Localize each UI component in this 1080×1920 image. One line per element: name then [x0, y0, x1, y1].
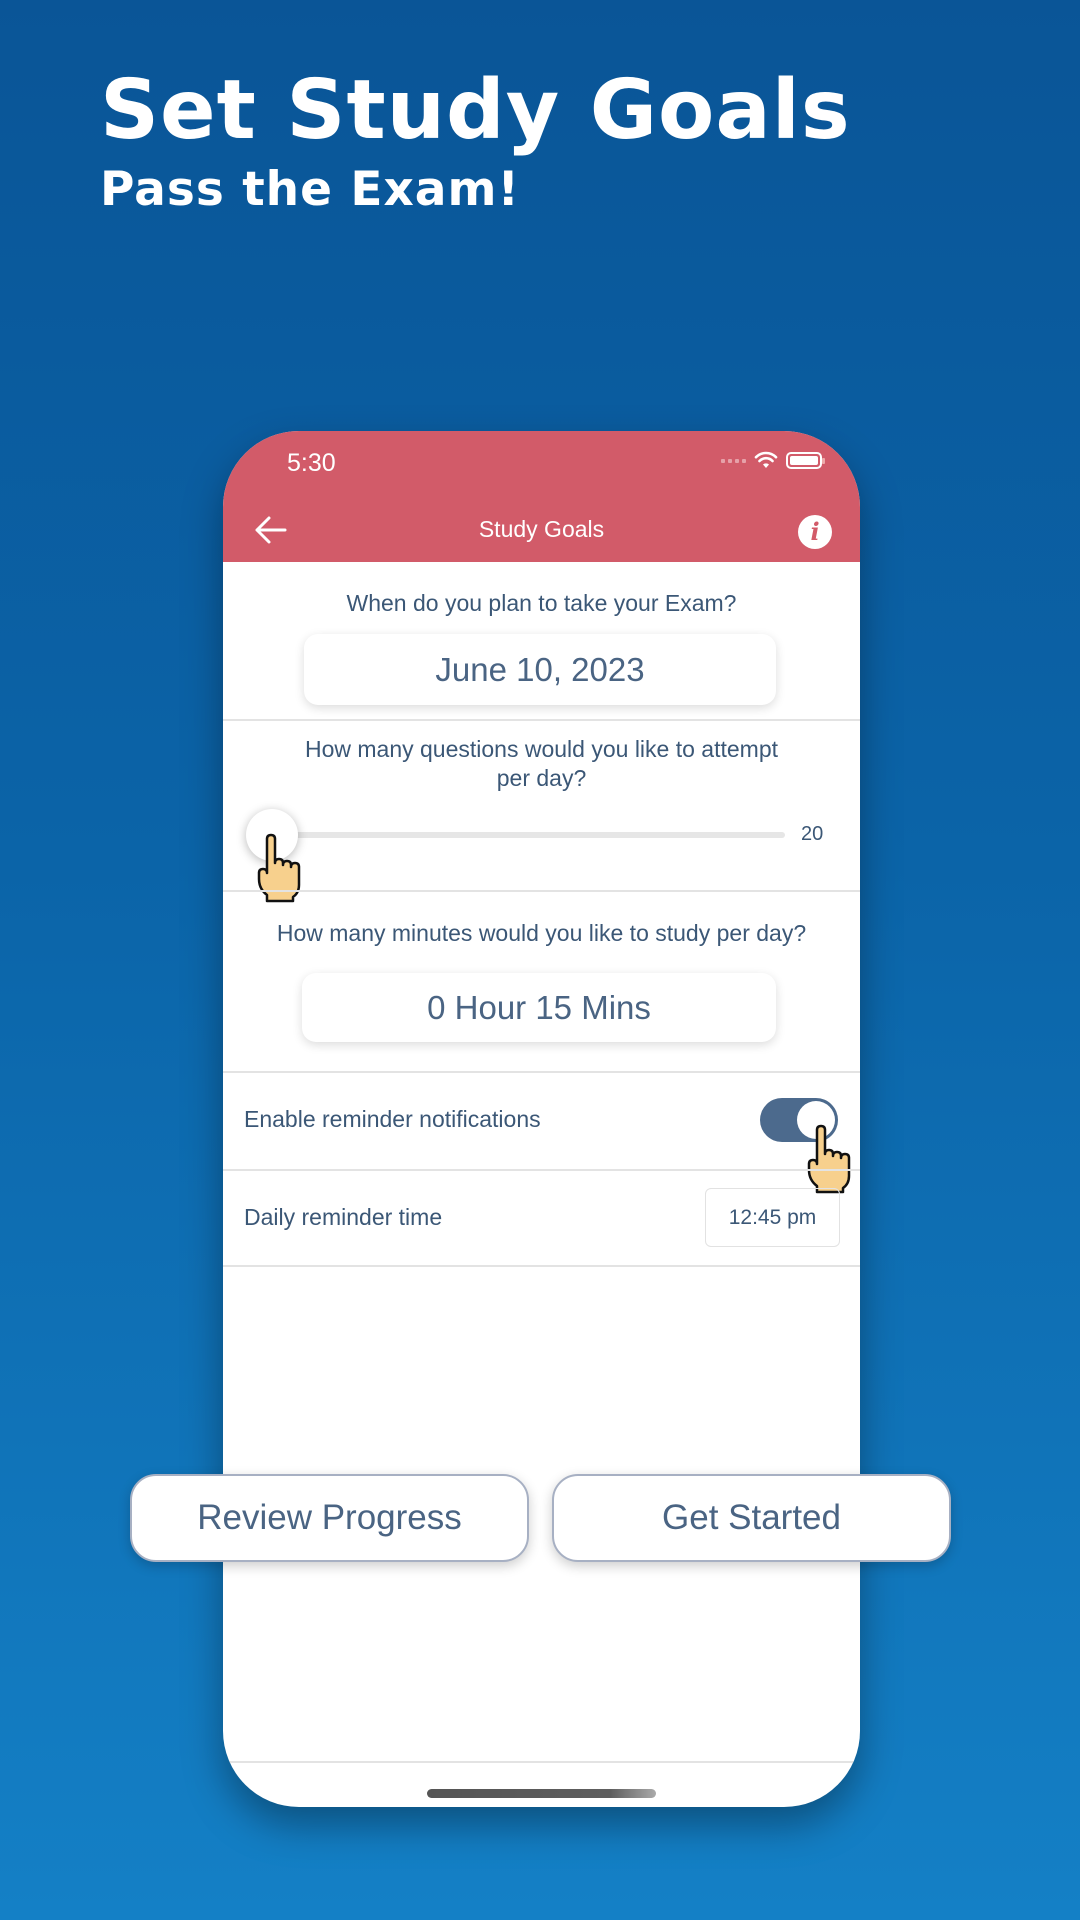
questions-per-day-question: How many questions would you like to att…	[223, 735, 860, 793]
signal-dots-icon	[721, 458, 746, 463]
reminder-time-field[interactable]: 12:45 pm	[705, 1188, 840, 1247]
pointing-hand-icon	[257, 833, 301, 903]
divider	[223, 1071, 860, 1073]
questions-slider-value: 20	[801, 823, 824, 845]
wifi-icon	[754, 451, 778, 468]
exam-date-field[interactable]: June 10, 2023	[304, 634, 776, 705]
questions-slider-track[interactable]	[269, 832, 785, 838]
battery-icon	[786, 452, 825, 469]
bottom-divider	[223, 1761, 860, 1763]
divider	[223, 1169, 860, 1171]
study-minutes-question: How many minutes would you like to study…	[276, 920, 807, 946]
status-time: 5:30	[287, 449, 336, 477]
page-title: Study Goals	[478, 516, 605, 542]
study-minutes-field[interactable]: 0 Hour 15 Mins	[302, 973, 776, 1042]
phone-screen: 5:30 Study Goals i When do you plan to t…	[223, 431, 860, 1807]
divider	[223, 1265, 860, 1267]
status-icons	[721, 451, 825, 470]
divider	[223, 719, 860, 721]
divider	[223, 890, 860, 892]
question-line-2: per day?	[496, 765, 587, 791]
home-indicator	[427, 1789, 656, 1798]
enable-reminders-label: Enable reminder notifications	[244, 1106, 541, 1132]
app-header: 5:30 Study Goals i	[223, 431, 860, 562]
reminder-time-label: Daily reminder time	[244, 1204, 443, 1230]
review-progress-button[interactable]: Review Progress	[130, 1474, 529, 1562]
get-started-button[interactable]: Get Started	[552, 1474, 951, 1562]
info-icon[interactable]: i	[798, 515, 832, 549]
exam-date-question: When do you plan to take your Exam?	[346, 590, 737, 616]
question-line-1: How many questions would you like to att…	[304, 736, 779, 762]
hero-title: Set Study Goals	[100, 63, 851, 158]
pointing-hand-icon	[807, 1124, 851, 1194]
hero-subtitle: Pass the Exam!	[100, 162, 520, 217]
